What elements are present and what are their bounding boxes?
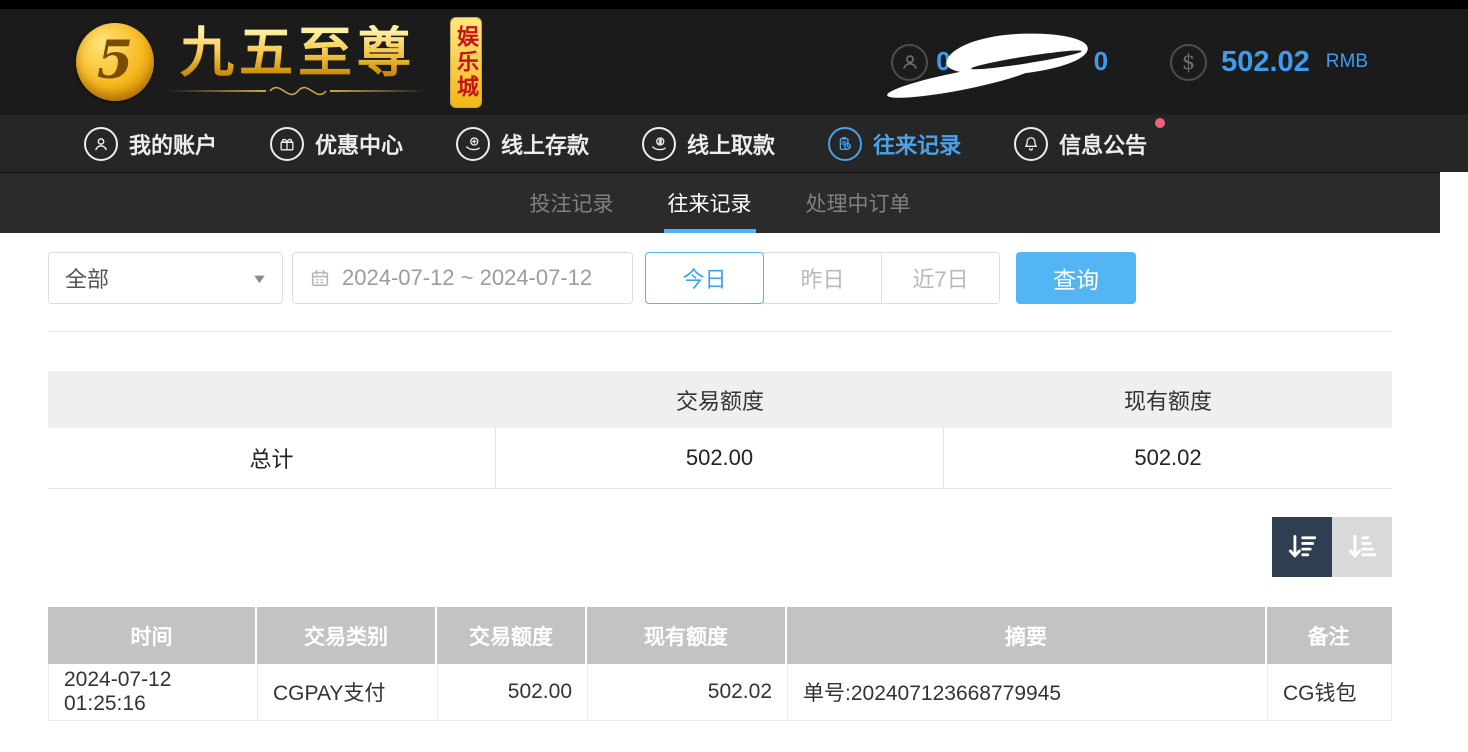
header-right: 0c 0 $ 502.02 RMB [891, 29, 1468, 86]
user-icon [84, 126, 118, 161]
site-logo[interactable]: 5 九五至尊 娱乐城 [76, 16, 482, 108]
summary-col-current-amount: 现有额度 [1123, 388, 1212, 414]
balance-amount: 502.02 [1221, 45, 1310, 78]
user-icon [891, 43, 929, 81]
col-trade-amount: 交易额度 [437, 607, 587, 664]
logo-monogram: 5 [96, 29, 134, 91]
sort-descending-button[interactable] [1272, 517, 1332, 577]
cell-time: 2024-07-12 01:25:16 [49, 664, 258, 720]
cell-summary: 单号:202407123668779945 [788, 664, 1268, 720]
summary-col-trade-amount: 交易额度 [675, 388, 764, 414]
brand-name: 九五至尊 [180, 23, 416, 84]
nav-item-announcements[interactable]: 信息公告 [1014, 117, 1166, 161]
nav-label: 信息公告 [1059, 132, 1148, 158]
white-scribble-mask [944, 29, 1090, 79]
main-navbar: 我的账户 优惠中心 线上存款 线上取款 往来记录 信息公告 [0, 115, 1468, 172]
query-button[interactable]: 查询 [1016, 252, 1136, 304]
col-remark: 备注 [1307, 625, 1350, 649]
range-yesterday-button[interactable]: 昨日 [763, 252, 882, 304]
records-icon [828, 126, 863, 161]
cell-remark: CG钱包 [1283, 682, 1357, 705]
summary-table: 交易额度 现有额度 总计 502.00 502.02 [48, 371, 1392, 489]
nav-item-my-account[interactable]: 我的账户 [84, 126, 218, 161]
cell-type: CGPAY支付 [258, 664, 438, 720]
nav-item-deposit[interactable]: 线上存款 [456, 126, 590, 161]
gift-icon [270, 126, 305, 161]
username-fragment-right: 0 [1093, 46, 1109, 76]
record-tabs-bar: 投注记录 往来记录 处理中订单 [0, 172, 1440, 233]
bell-icon [1014, 126, 1049, 161]
sort-controls [48, 517, 1392, 577]
nav-label: 优惠中心 [315, 132, 404, 158]
chevron-down-icon: ▼ [250, 270, 269, 286]
top-black-strip [0, 0, 1468, 9]
range-last7days-button[interactable]: 近7日 [881, 252, 1000, 304]
cell-trade-amount: 502.00 [438, 664, 588, 720]
brand-badge: 娱乐城 [450, 16, 482, 108]
col-current-amount: 现有额度 [587, 607, 787, 664]
records-table-header: 时间 交易类别 交易额度 现有额度 摘要 备注 [48, 607, 1392, 664]
tab-pending-orders[interactable]: 处理中订单 [802, 173, 915, 233]
nav-label: 往来记录 [873, 132, 962, 158]
cell-current-amount: 502.02 [588, 664, 788, 720]
col-time: 时间 [48, 607, 257, 664]
date-range-value: 2024-07-12 ~ 2024-07-12 [342, 265, 593, 290]
balance-display[interactable]: $ 502.02 RMB [1170, 43, 1368, 81]
sort-ascending-button[interactable] [1332, 517, 1392, 577]
type-select[interactable]: 全部 ▼ [48, 252, 283, 304]
user-account-summary[interactable]: 0c 0 [891, 29, 1109, 86]
nav-item-withdraw[interactable]: 线上取款 [642, 126, 776, 161]
table-row: 2024-07-12 01:25:16 CGPAY支付 502.00 502.0… [48, 664, 1392, 721]
brand-wrap: 九五至尊 [168, 25, 428, 99]
main-content: 全部 ▼ 2024-07-12 ~ 2024-07-12 今日 昨日 近7日 查… [0, 233, 1468, 721]
date-range-input[interactable]: 2024-07-12 ~ 2024-07-12 [292, 252, 633, 304]
summary-total-row: 总计 502.00 502.02 [48, 428, 1392, 489]
nav-label: 线上取款 [687, 132, 776, 158]
sort-desc-icon [1288, 534, 1317, 558]
nav-item-transactions[interactable]: 往来记录 [828, 126, 962, 161]
logo-flourish-icon [168, 83, 428, 99]
nav-label: 我的账户 [129, 132, 218, 158]
range-today-button[interactable]: 今日 [645, 252, 764, 304]
nav-label: 线上存款 [501, 132, 590, 158]
logo-monogram-icon: 5 [76, 23, 154, 101]
records-table: 时间 交易类别 交易额度 现有额度 摘要 备注 2024-07-12 01:25… [48, 607, 1392, 721]
type-select-value: 全部 [65, 267, 110, 292]
col-summary: 摘要 [787, 607, 1267, 664]
summary-total-current-amount: 502.02 [1134, 445, 1202, 470]
deposit-icon [456, 126, 491, 161]
filter-row: 全部 ▼ 2024-07-12 ~ 2024-07-12 今日 昨日 近7日 查… [48, 252, 1392, 304]
tab-transaction-records[interactable]: 往来记录 [663, 173, 756, 233]
notification-dot [1155, 117, 1166, 128]
sort-asc-icon [1348, 534, 1377, 558]
masthead: 5 九五至尊 娱乐城 0c 0 $ [0, 9, 1468, 115]
tab-bet-records[interactable]: 投注记录 [526, 173, 618, 233]
quick-range-group: 今日 昨日 近7日 [645, 252, 1000, 304]
masked-username: 0c 0 [936, 29, 1109, 86]
calendar-icon [309, 267, 331, 289]
dollar-coin-icon: $ [1170, 43, 1208, 81]
summary-total-trade-amount: 502.00 [496, 428, 944, 488]
summary-total-label: 总计 [48, 428, 496, 488]
section-divider [48, 331, 1392, 332]
summary-table-header: 交易额度 现有额度 [48, 371, 1392, 428]
withdraw-icon [642, 126, 677, 161]
col-type: 交易类别 [257, 607, 437, 664]
nav-item-promotions[interactable]: 优惠中心 [270, 126, 404, 161]
balance-currency: RMB [1325, 51, 1368, 72]
